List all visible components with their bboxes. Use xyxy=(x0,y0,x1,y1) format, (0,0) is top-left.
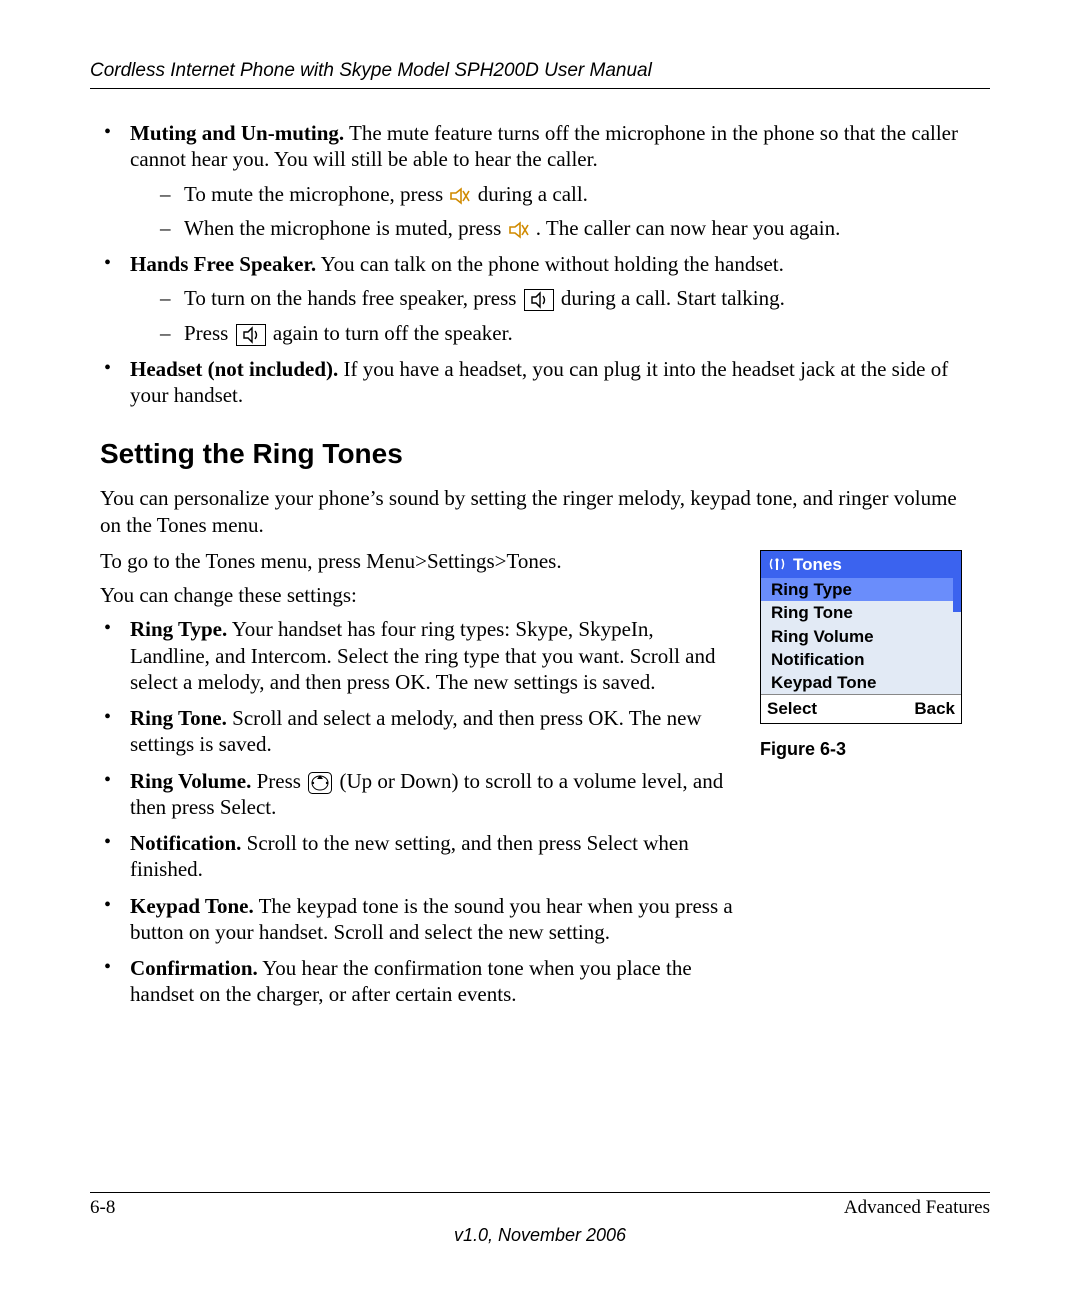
setting-ring-tone: Ring Tone. Scroll and select a melody, a… xyxy=(100,705,734,758)
phone-menu-item-selected: Ring Type xyxy=(761,578,961,601)
bullet-title: Headset (not included). xyxy=(130,357,338,381)
phone-menu-title-bar: Tones xyxy=(761,551,961,578)
sub-text-pre: When the microphone is muted, press xyxy=(184,216,507,240)
softkey-right: Back xyxy=(914,698,955,719)
top-bullet-list: Muting and Un-muting. The mute feature t… xyxy=(100,120,980,408)
phone-menu-item: Ring Tone xyxy=(761,601,961,624)
bullet-title: Hands Free Speaker. xyxy=(130,252,316,276)
sub-text-post: during a call. xyxy=(478,182,588,206)
page-number: 6-8 xyxy=(90,1197,115,1219)
nav-key-icon xyxy=(308,772,332,794)
setting-ring-type: Ring Type. Your handset has four ring ty… xyxy=(100,616,734,695)
setting-title: Notification. xyxy=(130,831,241,855)
doc-header: Cordless Internet Phone with Skype Model… xyxy=(90,60,990,82)
sub-text-pre: To turn on the hands free speaker, press xyxy=(184,286,522,310)
bullet-headset: Headset (not included). If you have a he… xyxy=(100,356,980,409)
phone-menu-list: Ring Type Ring Tone Ring Volume Notifica… xyxy=(761,578,961,694)
sub-item: To mute the microphone, press during a c… xyxy=(160,181,980,207)
intro-paragraph-3: You can change these settings: xyxy=(100,582,734,608)
setting-confirmation: Confirmation. You hear the confirmation … xyxy=(100,955,734,1008)
setting-title: Ring Volume. xyxy=(130,769,251,793)
setting-title: Keypad Tone. xyxy=(130,894,254,918)
footer-version: v1.0, November 2006 xyxy=(90,1225,990,1246)
phone-menu-softkeys: Select Back xyxy=(761,694,961,722)
setting-title: Confirmation. xyxy=(130,956,258,980)
setting-notification: Notification. Scroll to the new setting,… xyxy=(100,830,734,883)
sub-text-post: again to turn off the speaker. xyxy=(273,321,513,345)
softkey-left: Select xyxy=(767,698,817,719)
setting-text-pre: Press xyxy=(251,769,306,793)
phone-menu-figure: Tones Ring Type Ring Tone Ring Volume No… xyxy=(760,550,962,724)
sub-text-post: . The caller can now hear you again. xyxy=(536,216,841,240)
sub-item: To turn on the hands free speaker, press… xyxy=(160,285,980,311)
setting-title: Ring Type. xyxy=(130,617,227,641)
phone-menu-title: Tones xyxy=(793,554,842,575)
bullet-title: Muting and Un-muting. xyxy=(130,121,344,145)
bullet-text: You can talk on the phone without holdin… xyxy=(316,252,784,276)
section-heading: Setting the Ring Tones xyxy=(100,436,980,471)
footer-section: Advanced Features xyxy=(844,1197,990,1219)
page-footer: 6-8 Advanced Features v1.0, November 200… xyxy=(90,1192,990,1246)
settings-list: Ring Type. Your handset has four ring ty… xyxy=(100,616,734,1007)
phone-menu-item: Keypad Tone xyxy=(761,671,961,694)
speaker-button-icon xyxy=(236,324,266,346)
mute-icon xyxy=(509,221,529,239)
sub-item: Press again to turn off the speaker. xyxy=(160,320,980,346)
antenna-icon xyxy=(769,556,785,572)
bullet-muting: Muting and Un-muting. The mute feature t… xyxy=(100,120,980,241)
phone-menu-item: Notification xyxy=(761,648,961,671)
setting-keypad-tone: Keypad Tone. The keypad tone is the soun… xyxy=(100,893,734,946)
phone-menu-scrollbar xyxy=(953,578,961,612)
sub-item: When the microphone is muted, press . Th… xyxy=(160,215,980,241)
figure-caption: Figure 6-3 xyxy=(760,738,980,761)
intro-paragraph-2: To go to the Tones menu, press Menu>Sett… xyxy=(100,548,734,574)
setting-ring-volume: Ring Volume. Press (Up or Down) to scrol… xyxy=(100,768,734,821)
speaker-button-icon xyxy=(524,289,554,311)
sub-text-pre: To mute the microphone, press xyxy=(184,182,448,206)
bullet-handsfree: Hands Free Speaker. You can talk on the … xyxy=(100,251,980,346)
phone-menu-item: Ring Volume xyxy=(761,625,961,648)
mute-icon xyxy=(450,187,470,205)
intro-paragraph-1: You can personalize your phone’s sound b… xyxy=(100,485,980,538)
setting-title: Ring Tone. xyxy=(130,706,227,730)
sub-text-post: during a call. Start talking. xyxy=(561,286,785,310)
sub-text-pre: Press xyxy=(184,321,234,345)
